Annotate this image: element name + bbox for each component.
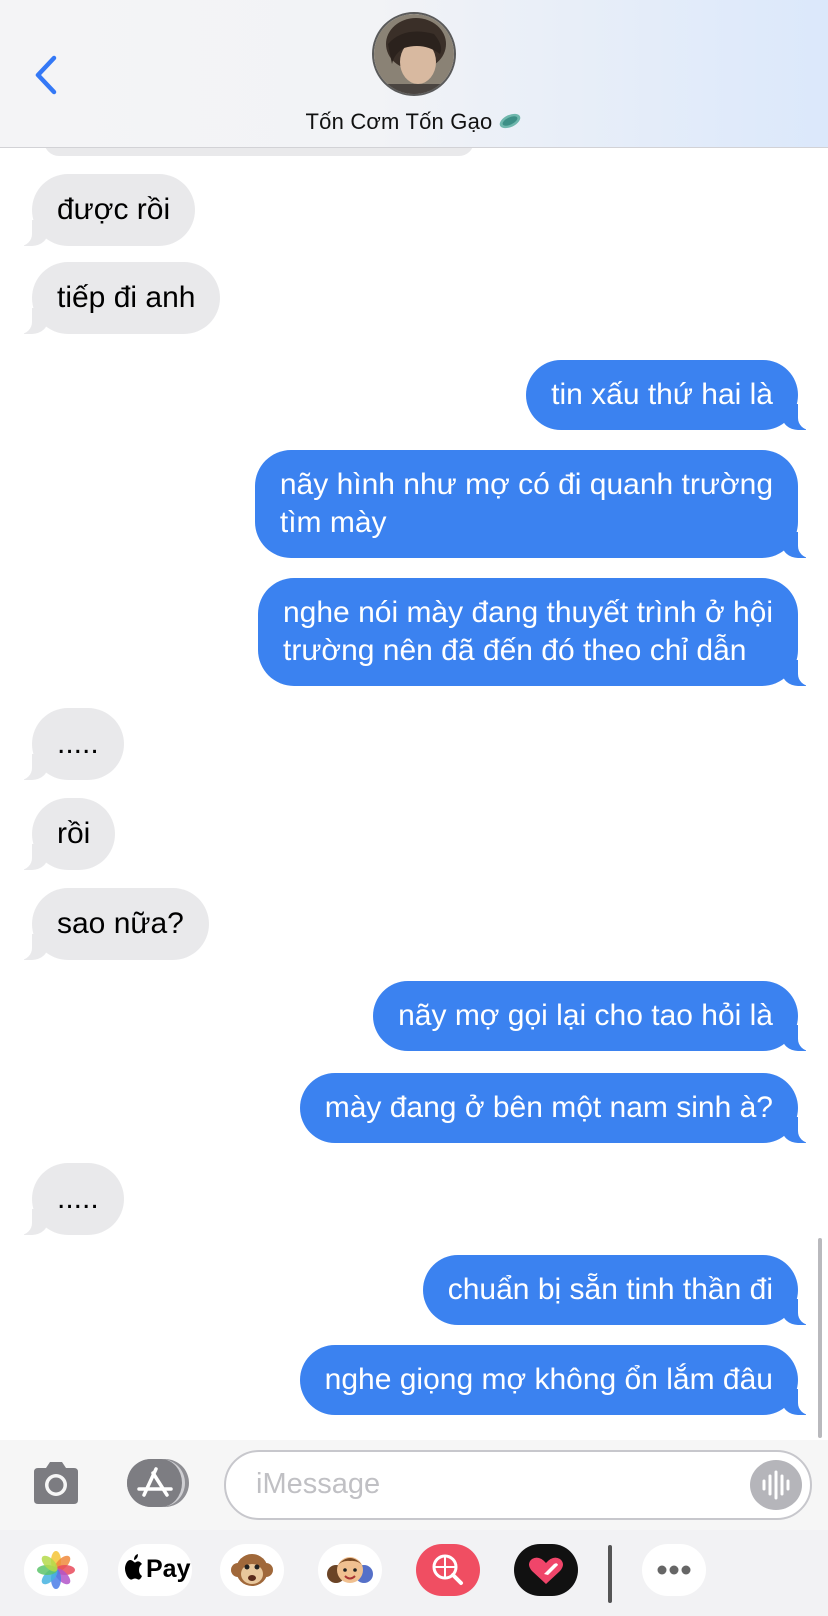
message-text: tiếp đi anh: [57, 281, 196, 314]
message-text: được rồi: [57, 193, 171, 226]
outgoing-message[interactable]: mày đang ở bên một nam sinh à?: [299, 1073, 821, 1143]
flip-flop-icon: [498, 108, 522, 138]
message-input[interactable]: iMessage: [224, 1450, 812, 1520]
incoming-message[interactable]: rồi: [9, 798, 116, 870]
digital-touch-app-button[interactable]: [514, 1544, 578, 1596]
compose-bar: iMessage: [0, 1440, 828, 1530]
imessage-app-strip: Pay: [0, 1530, 828, 1616]
memoji-stickers-icon: [327, 1557, 373, 1583]
message-text: sao nữa?: [57, 907, 184, 940]
camera-icon: [34, 1462, 78, 1504]
image-search-app-button[interactable]: [416, 1544, 480, 1596]
message-thread[interactable]: được rồi tiếp đi anh tin xấu thứ hai là …: [0, 148, 828, 1440]
message-input-placeholder: iMessage: [256, 1468, 381, 1500]
incoming-message[interactable]: được rồi: [9, 174, 196, 246]
incoming-message[interactable]: .....: [10, 1163, 124, 1235]
camera-button[interactable]: [30, 1460, 82, 1506]
memoji-app-button[interactable]: [318, 1544, 382, 1596]
incoming-message[interactable]: tiếp đi anh: [9, 262, 221, 334]
contact-avatar[interactable]: [372, 12, 456, 96]
outgoing-message[interactable]: chuẩn bị sẵn tinh thần đi: [422, 1255, 821, 1325]
message-text-line: tìm mày: [279, 506, 387, 539]
message-text-line: nghe nói mày đang thuyết trình ở hội: [283, 596, 773, 629]
audio-waveform-icon: [762, 1470, 790, 1500]
conversation-header: Tốn Cơm Tốn Gạo: [0, 0, 828, 148]
incoming-message[interactable]: sao nữa?: [10, 888, 209, 960]
scrollbar[interactable]: [818, 1238, 822, 1438]
outgoing-message[interactable]: nãy mợ gọi lại cho tao hỏi là: [373, 981, 820, 1051]
contact-name-text: Tốn Cơm Tốn Gạo: [305, 109, 493, 134]
outgoing-message[interactable]: nghe giọng mợ không ổn lắm đâu: [299, 1345, 821, 1415]
message-text: nãy mợ gọi lại cho tao hỏi là: [398, 999, 773, 1032]
more-apps-button[interactable]: [642, 1544, 706, 1596]
apple-pay-label: Pay: [146, 1555, 191, 1583]
digital-touch-icon: [529, 1557, 563, 1584]
message-text: tin xấu thứ hai là: [551, 378, 773, 411]
apps-button[interactable]: [127, 1459, 189, 1507]
message-text: rồi: [57, 817, 91, 850]
back-button[interactable]: [30, 50, 70, 100]
incoming-message[interactable]: .....: [10, 708, 124, 780]
app-store-icon: [127, 1459, 185, 1507]
message-text: nghe giọng mợ không ổn lắm đâu: [324, 1363, 773, 1396]
outgoing-message[interactable]: nghe nói mày đang thuyết trình ở hội trư…: [258, 578, 820, 686]
message-text: chuẩn bị sẵn tinh thần đi: [447, 1273, 773, 1306]
audio-message-button[interactable]: [750, 1460, 802, 1510]
avatar-photo: [374, 14, 454, 94]
outgoing-message[interactable]: nãy hình như mợ có đi quanh trường tìm m…: [254, 450, 821, 558]
message-text: .....: [57, 1182, 99, 1215]
message-text: mày đang ở bên một nam sinh à?: [324, 1091, 773, 1124]
photos-app-button[interactable]: [24, 1544, 88, 1596]
outgoing-message[interactable]: tin xấu thứ hai là: [526, 360, 820, 430]
message-text: .....: [57, 727, 99, 760]
app-strip-divider: [608, 1545, 612, 1603]
partial-message-bubble: [44, 148, 474, 156]
animoji-app-button[interactable]: [220, 1544, 284, 1596]
image-search-icon: [432, 1554, 463, 1585]
apple-pay-app-button[interactable]: Pay: [118, 1544, 192, 1596]
more-icon: [657, 1565, 691, 1575]
contact-name[interactable]: Tốn Cơm Tốn Gạo: [0, 108, 828, 138]
monkey-memoji-icon: [231, 1554, 273, 1586]
photos-icon: [37, 1551, 75, 1589]
message-text-line: trường nên đã đến đó theo chỉ dẫn: [283, 634, 747, 667]
chevron-left-icon: [35, 55, 57, 95]
message-text-line: nãy hình như mợ có đi quanh trường: [279, 468, 773, 501]
